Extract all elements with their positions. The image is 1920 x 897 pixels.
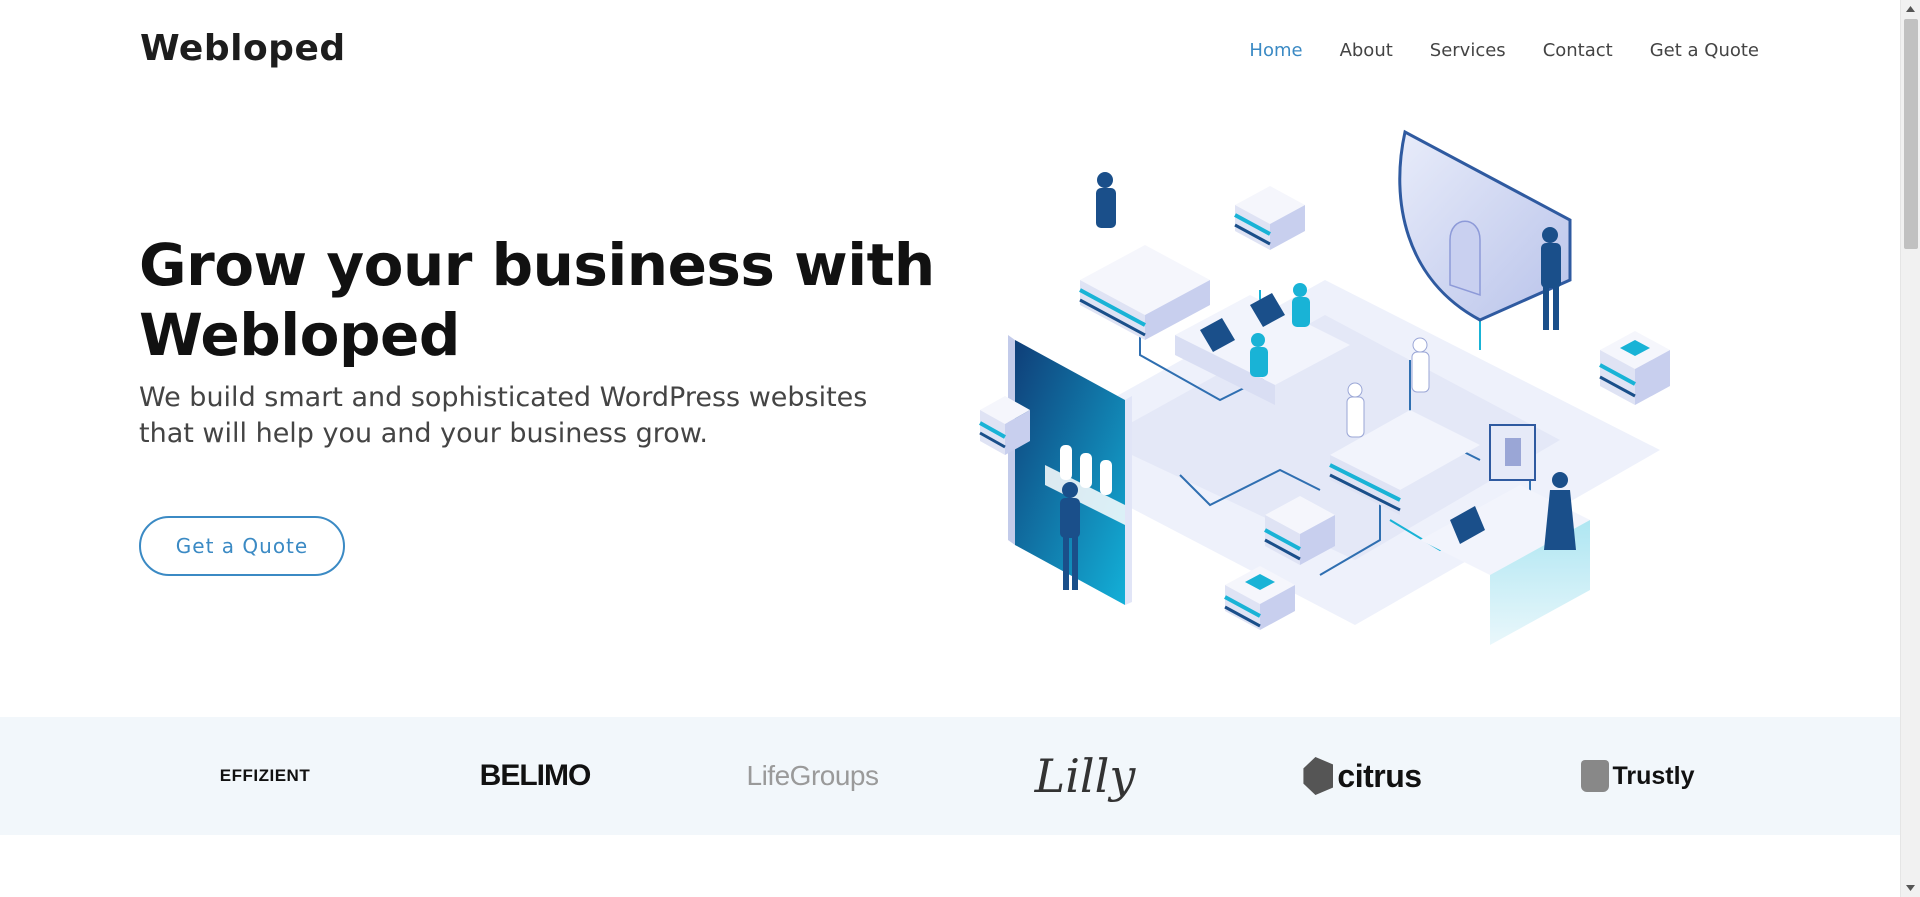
nav-contact[interactable]: Contact [1543,40,1613,61]
nav-home[interactable]: Home [1249,40,1302,61]
belimo-logo-text: BELIMO [479,759,592,792]
site-logo[interactable]: Webloped [140,28,346,69]
citrus-mark-icon [1303,757,1334,795]
client-logo-belimo: BELIMO [470,717,600,835]
trustly-logo-text: Trustly [1612,761,1695,790]
lilly-logo-text: Lilly [1034,749,1136,803]
trustly-bag-icon [1580,760,1609,792]
scroll-up-button[interactable] [1901,0,1920,18]
citrus-logo-text: citrus [1337,757,1422,794]
get-a-quote-button[interactable]: Get a Quote [139,516,345,576]
client-logo-effizient: EFFIZIENT [200,717,330,835]
hero-title-line2: Webloped [139,301,460,369]
hero-subtitle-line1: We build smart and sophisticated WordPre… [139,382,868,413]
client-logo-lifegroups: LifeGroups [745,717,880,835]
scroll-down-button[interactable] [1901,879,1920,897]
main-nav: Home About Services Contact Get a Quote [1212,40,1759,61]
vertical-scrollbar[interactable] [1900,0,1920,897]
chevron-up-icon [1906,6,1915,12]
client-logo-citrus: citrus [1295,717,1430,835]
isometric-office-illustration [979,129,1670,645]
page: Webloped Home About Services Contact Get… [0,0,1900,897]
client-logo-trustly: Trustly [1570,717,1705,835]
hero-title: Grow your business with Webloped [139,230,939,370]
nav-about[interactable]: About [1340,40,1393,61]
hero-title-line1: Grow your business with [139,231,935,299]
effizient-logo-text: EFFIZIENT [219,766,311,785]
site-header: Webloped Home About Services Contact Get… [0,0,1900,105]
client-logos-strip: EFFIZIENT BELIMO LifeGroups Lilly citrus… [0,717,1900,835]
hero-subtitle-line2: that will help you and your business gro… [139,418,709,449]
nav-get-a-quote[interactable]: Get a Quote [1650,40,1759,61]
nav-services[interactable]: Services [1430,40,1506,61]
hero-subtitle: We build smart and sophisticated WordPre… [139,380,939,452]
scrollbar-thumb[interactable] [1904,19,1918,249]
client-logo-lilly: Lilly [1020,717,1150,835]
chevron-down-icon [1906,885,1915,891]
lifegroups-logo-text: LifeGroups [746,760,879,791]
